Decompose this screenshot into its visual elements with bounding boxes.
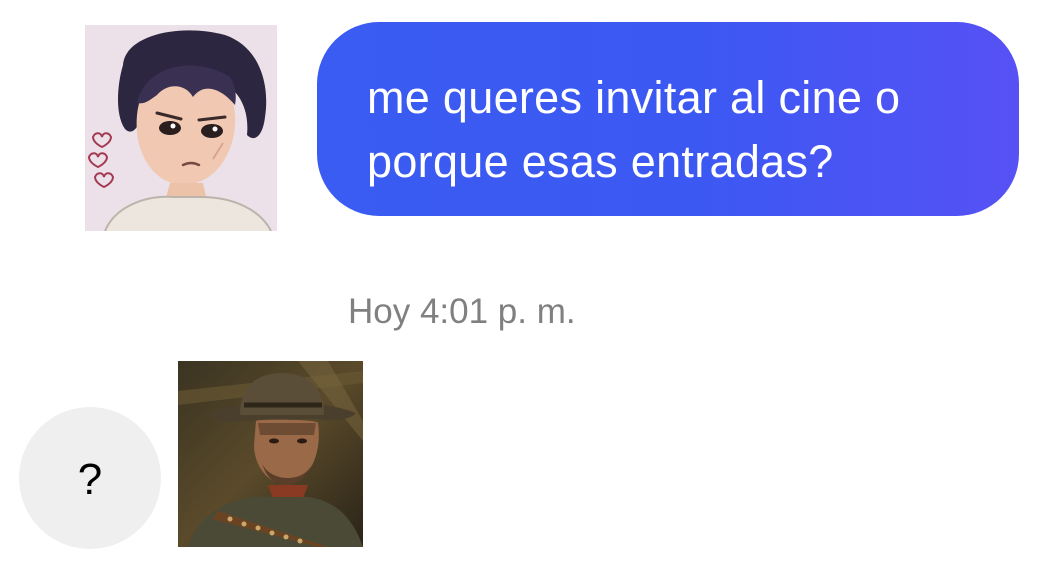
sent-message-bubble[interactable]: me queres invitar al cine o porque esas … (317, 22, 1019, 216)
girl-portrait-illustration (85, 25, 277, 231)
cowboy-portrait-photo (178, 361, 363, 547)
sent-message-line-1: me queres invitar al cine o (367, 72, 901, 123)
sent-message-line-2: porque esas entradas? (367, 136, 834, 187)
received-message-bubble[interactable]: ? (19, 407, 161, 549)
message-timestamp: Hoy 4:01 p. m. (348, 292, 576, 331)
shared-image-cowboy-portrait[interactable] (178, 361, 363, 547)
shared-image-girl-portrait[interactable] (85, 25, 277, 231)
received-message-text: ? (77, 455, 103, 504)
